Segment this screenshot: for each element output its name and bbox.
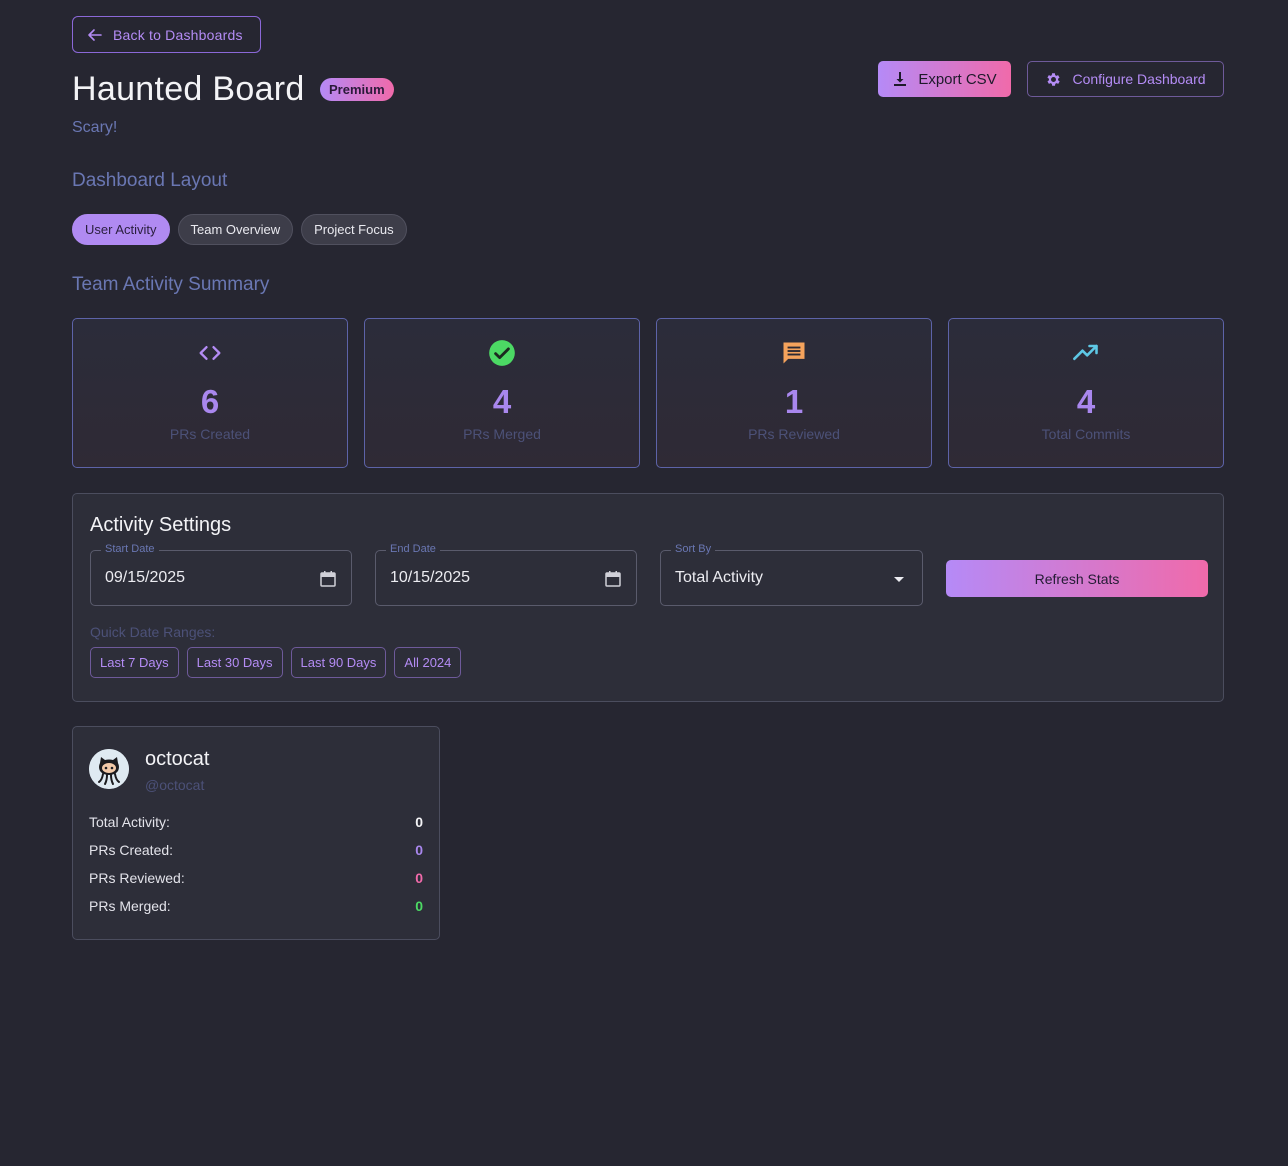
download-icon [894, 72, 907, 86]
layout-tabs: User Activity Team Overview Project Focu… [72, 214, 407, 245]
octocat-avatar-icon [89, 749, 129, 789]
stat-value: 4 [492, 383, 512, 420]
gear-icon [1047, 72, 1061, 86]
range-last-30-days-button[interactable]: Last 30 Days [186, 647, 283, 678]
comment-icon [783, 342, 805, 364]
caret-down-icon [894, 577, 904, 582]
page-title: Haunted Board [72, 70, 305, 108]
user-handle: @octocat [145, 777, 205, 793]
metric-label: PRs Created: [89, 842, 174, 858]
metric-prs-merged: PRs Merged: 0 [89, 896, 423, 916]
range-last-7-days-button[interactable]: Last 7 Days [90, 647, 179, 678]
tab-user-activity[interactable]: User Activity [72, 214, 170, 245]
calendar-icon[interactable] [604, 570, 622, 588]
sort-by-select[interactable]: Sort By Total Activity [660, 543, 923, 606]
configure-dashboard-button[interactable]: Configure Dashboard [1027, 61, 1224, 97]
start-date-label: Start Date [101, 543, 159, 555]
premium-badge: Premium [320, 78, 394, 101]
stat-value: 4 [1076, 383, 1096, 420]
stat-card-prs-reviewed: 1 PRs Reviewed [656, 318, 932, 468]
quick-date-ranges: Last 7 Days Last 30 Days Last 90 Days Al… [90, 647, 462, 678]
back-to-dashboards-button[interactable]: Back to Dashboards [72, 16, 261, 53]
stat-card-total-commits: 4 Total Commits [948, 318, 1224, 468]
stat-label: PRs Merged [463, 426, 541, 442]
sort-by-value: Total Activity [675, 569, 764, 586]
end-date-field[interactable]: End Date 10/15/2025 [375, 543, 637, 606]
metric-value: 0 [415, 814, 423, 830]
trending-up-icon [1073, 344, 1098, 361]
calendar-icon[interactable] [319, 570, 337, 588]
dashboard-page: Back to Dashboards Haunted Board Premium… [0, 0, 1288, 1166]
metric-prs-created: PRs Created: 0 [89, 840, 423, 860]
quick-date-ranges-label: Quick Date Ranges: [90, 624, 216, 640]
metric-value: 0 [415, 898, 423, 914]
check-circle-icon [489, 340, 515, 366]
back-to-dashboards-label: Back to Dashboards [113, 26, 243, 43]
sort-by-label: Sort By [671, 543, 716, 555]
refresh-stats-button[interactable]: Refresh Stats [946, 560, 1208, 597]
team-activity-summary-heading: Team Activity Summary [72, 274, 270, 295]
metric-label: PRs Reviewed: [89, 870, 185, 886]
user-activity-card: octocat @octocat Total Activity: 0 PRs C… [72, 726, 440, 940]
arrow-left-icon [88, 28, 102, 41]
stat-label: Total Commits [1041, 426, 1131, 442]
metric-label: Total Activity: [89, 814, 170, 830]
metric-prs-reviewed: PRs Reviewed: 0 [89, 868, 423, 888]
metric-label: PRs Merged: [89, 898, 171, 914]
metric-value: 0 [415, 842, 423, 858]
dashboard-description: Scary! [72, 119, 118, 136]
tab-team-overview[interactable]: Team Overview [177, 214, 294, 245]
activity-settings-title: Activity Settings [90, 514, 232, 536]
range-all-2024-button[interactable]: All 2024 [394, 647, 462, 678]
stat-label: PRs Created [169, 426, 251, 442]
start-date-value: 09/15/2025 [105, 569, 186, 586]
export-csv-button[interactable]: Export CSV [878, 61, 1011, 97]
start-date-field[interactable]: Start Date 09/15/2025 [90, 543, 352, 606]
end-date-label: End Date [386, 543, 440, 555]
user-name: octocat [145, 748, 210, 770]
stat-value: 6 [200, 383, 220, 420]
tab-project-focus[interactable]: Project Focus [301, 214, 407, 245]
configure-dashboard-label: Configure Dashboard [1072, 71, 1206, 87]
stat-label: PRs Reviewed [748, 426, 840, 442]
end-date-value: 10/15/2025 [390, 569, 471, 586]
metric-value: 0 [415, 870, 423, 886]
export-csv-label: Export CSV [918, 70, 997, 88]
stat-card-prs-merged: 4 PRs Merged [364, 318, 640, 468]
stat-value: 1 [784, 383, 804, 420]
metric-total-activity: Total Activity: 0 [89, 812, 423, 832]
stat-card-prs-created: 6 PRs Created [72, 318, 348, 468]
activity-settings-panel: Activity Settings Start Date 09/15/2025 … [72, 493, 1224, 702]
code-icon [199, 346, 221, 360]
dashboard-layout-heading: Dashboard Layout [72, 170, 228, 191]
avatar [89, 749, 129, 789]
range-last-90-days-button[interactable]: Last 90 Days [290, 647, 387, 678]
